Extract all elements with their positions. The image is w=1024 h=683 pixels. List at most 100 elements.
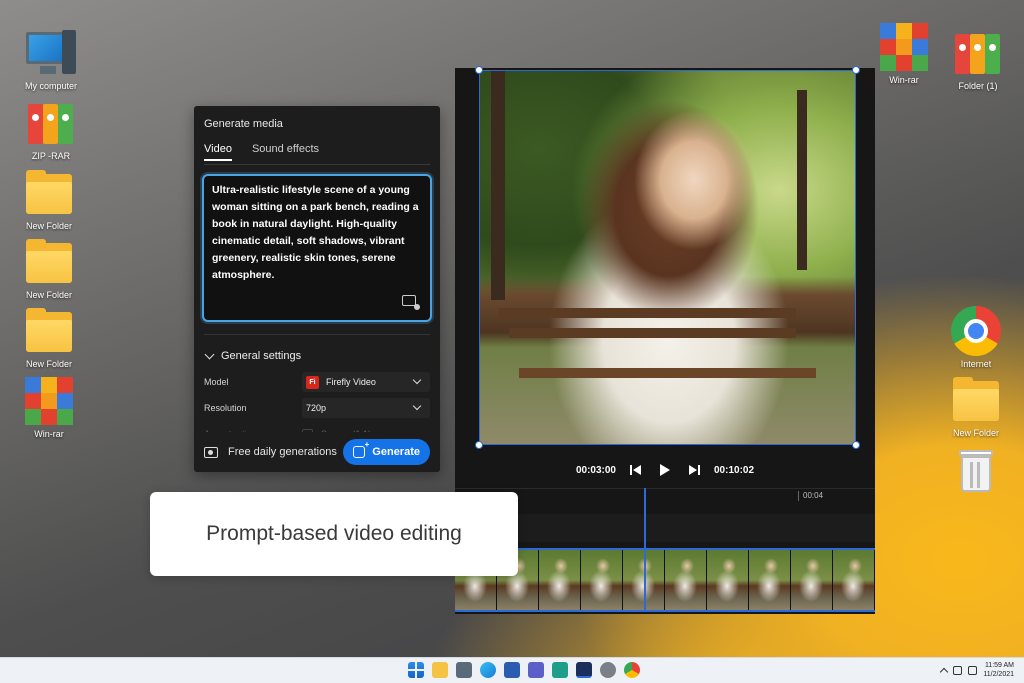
clock-date: 11/2/2021 — [983, 671, 1014, 678]
ruler-label: 00:04 — [803, 491, 824, 500]
premiere-icon[interactable] — [576, 662, 592, 678]
volume-icon[interactable] — [968, 665, 978, 675]
desktop-icon-label: Internet — [960, 359, 992, 369]
chevron-down-icon — [412, 401, 422, 411]
setting-label: Resolution — [204, 403, 247, 413]
store-icon[interactable] — [504, 662, 520, 678]
generate-media-panel: Generate media Video Sound effects Ultra… — [194, 106, 440, 472]
desktop-icon-new-folder-3[interactable]: New Folder — [9, 306, 89, 369]
clock[interactable]: 11:59 AM 11/2/2021 — [983, 661, 1014, 679]
clip-frame — [833, 550, 875, 610]
credits-icon — [204, 446, 218, 458]
trash-icon — [951, 446, 1001, 496]
maps-icon[interactable] — [552, 662, 568, 678]
play-icon — [660, 464, 670, 476]
model-value: Firefly Video — [326, 377, 376, 387]
firefly-icon: Fi — [306, 375, 319, 389]
total-time: 00:10:02 — [714, 464, 755, 476]
current-time: 00:03:00 — [575, 464, 616, 476]
chevron-up-icon[interactable] — [940, 667, 949, 676]
file-explorer-icon[interactable] — [432, 662, 448, 678]
taskbar-apps — [408, 662, 640, 678]
preview-selection-frame[interactable] — [479, 70, 856, 445]
clock-time: 11:59 AM — [984, 662, 1014, 669]
desktop-icon-new-folder-1[interactable]: New Folder — [9, 168, 89, 231]
general-settings-toggle[interactable]: General settings — [204, 349, 302, 362]
image-reference-icon[interactable] — [402, 295, 420, 310]
chevron-down-icon — [204, 349, 215, 359]
desktop-icon-win-rar-left[interactable]: Win-rar — [9, 376, 89, 439]
clip-frame — [539, 550, 581, 610]
resize-handle-top-left[interactable] — [475, 66, 483, 74]
chrome-taskbar-icon[interactable] — [624, 662, 640, 678]
panel-tabs: Video Sound effects — [204, 143, 319, 161]
resize-handle-bottom-right[interactable] — [852, 441, 860, 449]
player-controls: 00:03:00 00:10:02 — [455, 454, 875, 486]
sparkle-icon — [353, 440, 369, 458]
folder-icon — [24, 306, 74, 356]
section-title: General settings — [221, 350, 302, 362]
panel-title: Generate media — [204, 118, 283, 130]
panel-footer: Free daily generations Generate — [194, 432, 440, 472]
desktop-icon-label: New Folder — [25, 359, 72, 369]
clip-frame — [581, 550, 623, 610]
folder-icon — [951, 375, 1001, 425]
desktop-icon-label: New Folder — [25, 290, 72, 300]
setting-model: Model Fi Firefly Video — [204, 372, 430, 392]
playhead[interactable] — [644, 488, 646, 612]
setting-resolution: Resolution 720p — [204, 398, 430, 418]
prompt-input[interactable]: Ultra-realistic lifestyle scene of a you… — [202, 174, 432, 322]
prompt-text: Ultra-realistic lifestyle scene of a you… — [212, 184, 419, 281]
play-button[interactable] — [658, 463, 672, 477]
folder-icon — [24, 168, 74, 218]
computer-icon — [26, 28, 76, 78]
caption-banner: Prompt-based video editing — [150, 492, 518, 576]
timeline-ruler[interactable]: 00:04 — [455, 488, 875, 506]
teams-icon[interactable] — [528, 662, 544, 678]
desktop-icon-internet[interactable]: Internet — [936, 306, 1016, 369]
clip-frame — [707, 550, 749, 610]
clip-frame — [749, 550, 791, 610]
generate-label: Generate — [372, 446, 420, 458]
camera-icon[interactable] — [456, 662, 472, 678]
video-clip-filmstrip[interactable] — [455, 548, 875, 612]
model-select[interactable]: Fi Firefly Video — [302, 372, 430, 392]
desktop-icon-zip-rar[interactable]: ZIP -RAR — [11, 98, 91, 161]
network-icon[interactable] — [953, 665, 963, 675]
skip-back-icon[interactable] — [630, 463, 644, 477]
timeline-track-empty[interactable] — [455, 514, 875, 542]
desktop-icon-label: Folder (1) — [958, 81, 998, 91]
tab-sound-effects[interactable]: Sound effects — [252, 143, 319, 161]
resolution-select[interactable]: 720p — [302, 398, 430, 418]
resolution-value: 720p — [306, 403, 327, 413]
generate-button[interactable]: Generate — [343, 439, 430, 465]
desktop-icon-label: Win-rar — [34, 429, 64, 439]
desktop-icon-label: My computer — [24, 81, 77, 91]
edge-icon[interactable] — [480, 662, 496, 678]
binders-icon — [953, 28, 1003, 78]
start-icon[interactable] — [408, 662, 424, 678]
desktop-icon-folder-1[interactable]: Folder (1) — [938, 28, 1018, 91]
system-tray: 11:59 AM 11/2/2021 — [940, 661, 1014, 679]
desktop-icon-new-folder-right[interactable]: New Folder — [936, 375, 1016, 438]
desktop-icon-new-folder-2[interactable]: New Folder — [9, 237, 89, 300]
clip-frame — [791, 550, 833, 610]
resize-handle-top-right[interactable] — [852, 66, 860, 74]
chrome-icon — [951, 306, 1001, 356]
tabs-divider — [204, 164, 430, 165]
free-generations-label: Free daily generations — [228, 446, 337, 458]
caption-text: Prompt-based video editing — [206, 522, 462, 545]
settings-icon[interactable] — [600, 662, 616, 678]
binders-icon — [26, 98, 76, 148]
resize-handle-bottom-left[interactable] — [475, 441, 483, 449]
winrar-icon — [24, 376, 74, 426]
desktop-icon-label: Win-rar — [889, 75, 919, 85]
taskbar: 11:59 AM 11/2/2021 — [0, 657, 1024, 683]
desktop-icon-label: ZIP -RAR — [31, 151, 71, 161]
desktop-icon-win-rar-right[interactable]: Win-rar — [864, 22, 944, 85]
tab-video[interactable]: Video — [204, 143, 232, 161]
skip-forward-icon[interactable] — [686, 463, 700, 477]
setting-label: Model — [204, 377, 229, 387]
desktop-icon-recycle-bin[interactable] — [936, 446, 1016, 496]
desktop-icon-my-computer[interactable]: My computer — [11, 28, 91, 91]
